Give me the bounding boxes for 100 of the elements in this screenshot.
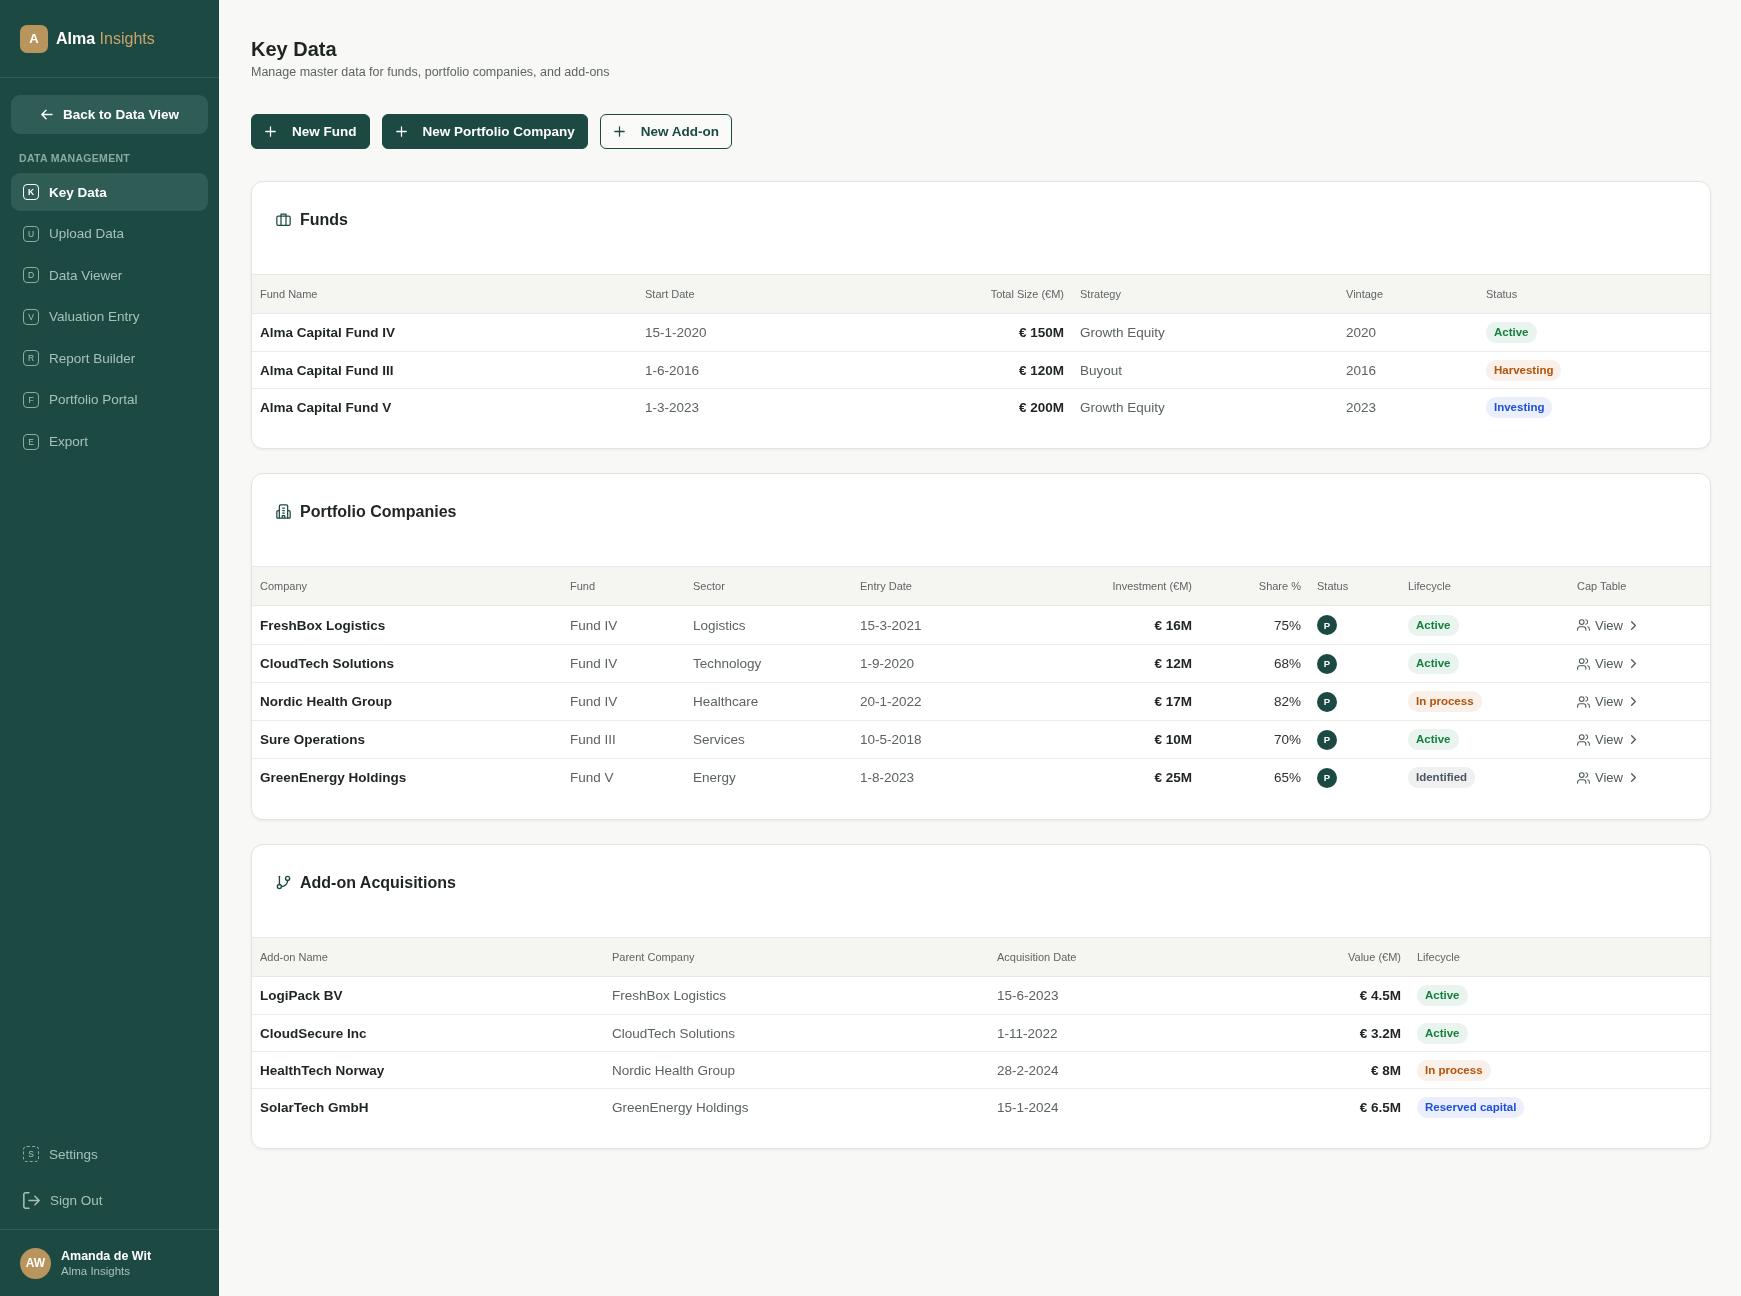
lifecycle-badge: Active — [1417, 1022, 1468, 1044]
chevron-right-icon — [1630, 735, 1636, 744]
table-cell: € 17M — [1154, 694, 1192, 709]
status-chip: P — [1317, 615, 1337, 635]
arrow-left-icon — [39, 109, 53, 120]
table-cell: 65% — [1273, 770, 1301, 785]
new-item-button[interactable]: New Fund — [251, 114, 370, 149]
table-cell: FreshBox Logistics — [260, 617, 386, 633]
plus-icon — [265, 126, 276, 137]
chevron-right-icon — [1630, 697, 1636, 706]
column-header: Investment (€M) — [1112, 580, 1192, 592]
table-cell: Services — [693, 732, 745, 747]
lifecycle-badge: In process — [1417, 1059, 1491, 1081]
letter-icon: E — [23, 433, 39, 450]
column-header: Fund Name — [260, 288, 318, 300]
branch-icon — [276, 875, 291, 890]
status-chip: P — [1317, 691, 1337, 712]
table-cell: Logistics — [693, 617, 746, 633]
table-cell: 2020 — [1346, 325, 1377, 340]
card-title: Portfolio Companies — [300, 502, 457, 522]
users-icon — [1577, 695, 1590, 708]
status-badge: Active — [1486, 322, 1537, 343]
table-cell: Fund III — [570, 732, 616, 747]
nav-item[interactable]: R Report Builder — [11, 339, 208, 378]
table-cell: € 3.2M — [1359, 1025, 1401, 1041]
table-cell: CloudTech Solutions — [612, 1025, 736, 1041]
table-cell: Energy — [693, 770, 736, 785]
column-header: Company — [260, 580, 308, 592]
new-item-button[interactable]: New Add-on — [599, 114, 732, 149]
users-icon — [1577, 733, 1590, 746]
letter-icon: R — [23, 350, 39, 367]
table-cell: GreenEnergy Holdings — [260, 770, 407, 785]
cap-table-view-link[interactable]: View — [1577, 770, 1636, 785]
section-label: DATA MANAGEMENT — [19, 152, 131, 164]
chevron-right-icon — [1630, 620, 1636, 630]
table-cell: 28-2-2024 — [997, 1062, 1059, 1078]
cap-table-view-link[interactable]: View — [1577, 732, 1636, 747]
table-cell: 20-1-2022 — [860, 694, 922, 709]
column-header: Cap Table — [1577, 580, 1627, 592]
settings-item[interactable]: S Settings — [11, 1135, 208, 1173]
column-header: Share % — [1258, 580, 1301, 592]
table-cell: 10-5-2018 — [860, 732, 922, 747]
column-header: Start Date — [645, 288, 695, 300]
column-header: Lifecycle — [1408, 580, 1451, 592]
briefcase-icon — [276, 212, 291, 227]
back-button[interactable]: Back to Data View — [11, 95, 208, 134]
table-cell: GreenEnergy Holdings — [612, 1099, 749, 1115]
users-icon — [1577, 657, 1590, 670]
brand-name: Alma Insights — [56, 29, 155, 48]
sign-out-item[interactable]: Sign Out — [11, 1181, 208, 1219]
nav-item[interactable]: F Portfolio Portal — [11, 380, 208, 419]
nav-item[interactable]: K Key Data — [11, 173, 208, 211]
nav-item[interactable]: E Export — [11, 422, 208, 461]
user-org: Alma Insights — [61, 1265, 132, 1277]
table-cell: CloudSecure Inc — [260, 1025, 367, 1041]
letter-icon: K — [23, 184, 39, 200]
column-header: Fund — [570, 580, 596, 592]
cap-table-view-link[interactable]: View — [1577, 656, 1636, 671]
card-title: Funds — [300, 210, 348, 230]
cap-table-view-link[interactable]: View — [1577, 617, 1636, 633]
status-badge: Investing — [1486, 396, 1553, 418]
user-name: Amanda de Wit — [61, 1249, 152, 1263]
cap-table-view-link[interactable]: View — [1577, 694, 1636, 709]
table-cell: € 16M — [1154, 617, 1192, 633]
nav-item[interactable]: D Data Viewer — [11, 256, 208, 295]
column-header: Vintage — [1346, 288, 1384, 300]
table-cell: 82% — [1273, 694, 1301, 709]
table-cell: Growth Equity — [1080, 399, 1165, 415]
letter-icon: D — [23, 267, 39, 284]
table-cell: FreshBox Logistics — [612, 988, 727, 1003]
table-cell: Growth Equity — [1080, 325, 1165, 340]
new-item-button[interactable]: New Portfolio Company — [381, 114, 588, 149]
sign-out-icon — [23, 1191, 40, 1209]
table-cell: Nordic Health Group — [260, 694, 392, 709]
column-header: Sector — [693, 580, 725, 592]
table-cell: 75% — [1273, 617, 1301, 633]
building-icon — [276, 504, 291, 519]
chevron-right-icon — [1630, 659, 1636, 668]
table-cell: € 8M — [1371, 1062, 1401, 1078]
lifecycle-badge: Identified — [1408, 767, 1476, 788]
lifecycle-badge: Active — [1417, 985, 1468, 1006]
nav-item[interactable]: V Valuation Entry — [11, 297, 208, 336]
table-cell: € 10M — [1154, 732, 1192, 747]
status-badge: Harvesting — [1486, 359, 1562, 381]
status-chip: P — [1317, 653, 1337, 674]
table-cell: 1-3-2023 — [645, 399, 700, 415]
letter-icon: F — [23, 391, 39, 408]
table-cell: Alma Capital Fund III — [260, 362, 394, 378]
table-cell: Technology — [693, 656, 762, 671]
logo-icon: A — [20, 24, 48, 53]
table-cell: 15-1-2024 — [997, 1099, 1059, 1115]
column-header: Acquisition Date — [997, 951, 1077, 963]
table-cell: 15-6-2023 — [997, 988, 1059, 1003]
nav-item[interactable]: U Upload Data — [11, 214, 208, 253]
table-cell: € 25M — [1154, 770, 1192, 785]
column-header: Value (€M) — [1348, 951, 1401, 963]
table-cell: 1-11-2022 — [997, 1025, 1058, 1041]
column-header: Parent Company — [612, 951, 695, 963]
status-chip: P — [1317, 729, 1337, 750]
users-icon — [1577, 771, 1590, 784]
